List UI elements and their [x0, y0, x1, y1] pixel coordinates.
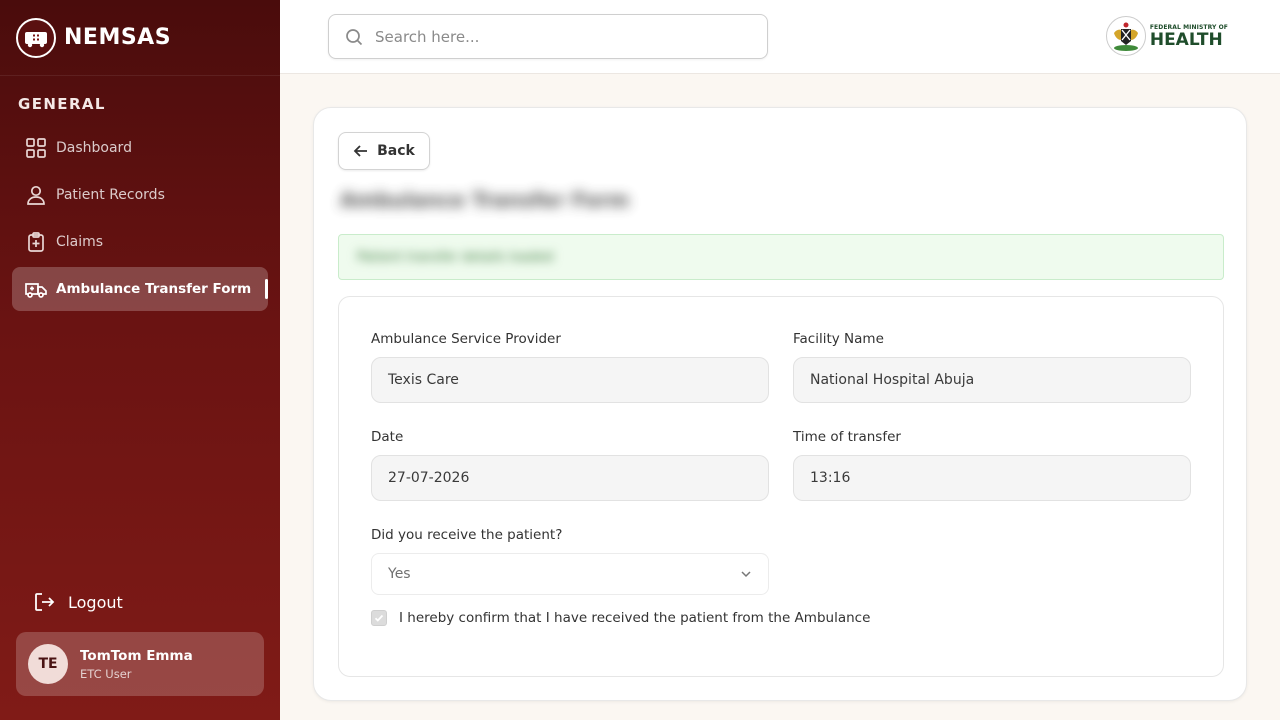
- date-field: Date 27-07-2026: [371, 429, 769, 501]
- section-label-general: GENERAL: [18, 95, 106, 113]
- back-button[interactable]: Back: [338, 132, 430, 170]
- ambulance-logo-icon: [16, 17, 56, 58]
- user-role: ETC User: [80, 666, 132, 681]
- page-title: Ambulance Transfer Form: [340, 188, 630, 212]
- confirm-checkbox[interactable]: [371, 610, 387, 626]
- sidebar: NEMSAS GENERAL Dashboard Patient Records: [0, 0, 280, 720]
- topbar: FEDERAL MINISTRY OF HEALTH: [280, 0, 1280, 74]
- date-label: Date: [371, 429, 404, 445]
- user-card[interactable]: TE TomTom Emma ETC User: [16, 632, 264, 696]
- sidebar-item-label: Claims: [56, 234, 104, 250]
- sidebar-item-claims[interactable]: Claims: [12, 220, 268, 264]
- date-input[interactable]: 27-07-2026: [371, 455, 769, 501]
- transfer-form-card: Back Ambulance Transfer Form Patient tra…: [313, 107, 1247, 701]
- sidebar-item-dashboard[interactable]: Dashboard: [12, 126, 268, 170]
- sidebar-item-label: Patient Records: [56, 187, 165, 203]
- search-icon: [345, 28, 363, 46]
- brand[interactable]: NEMSAS: [0, 0, 280, 76]
- facility-label: Facility Name: [793, 331, 884, 347]
- received-label: Did you receive the patient?: [371, 527, 563, 543]
- ambulance-icon: [24, 277, 48, 301]
- user-icon: [24, 183, 48, 207]
- received-value: Yes: [388, 566, 411, 582]
- coat-of-arms-icon: [1105, 16, 1146, 56]
- time-field: Time of transfer 13:16: [793, 429, 1191, 501]
- transfer-form: Ambulance Service Provider Texis Care Fa…: [338, 296, 1224, 677]
- time-input[interactable]: 13:16: [793, 455, 1191, 501]
- ministry-text: FEDERAL MINISTRY OF HEALTH: [1150, 24, 1228, 49]
- facility-input[interactable]: National Hospital Abuja: [793, 357, 1191, 403]
- chevron-down-icon: [740, 568, 752, 580]
- facility-field: Facility Name National Hospital Abuja: [793, 331, 1191, 403]
- logout-label: Logout: [68, 592, 123, 612]
- sidebar-nav: Dashboard Patient Records Claims Ambulan…: [12, 126, 268, 314]
- provider-label: Ambulance Service Provider: [371, 331, 561, 347]
- ministry-logo: FEDERAL MINISTRY OF HEALTH: [1105, 16, 1228, 56]
- brand-name: NEMSAS: [64, 25, 172, 50]
- notice-text: Patient transfer details loaded: [357, 249, 554, 265]
- user-name: TomTom Emma: [80, 647, 193, 664]
- back-label: Back: [377, 143, 415, 159]
- clipboard-plus-icon: [24, 230, 48, 254]
- status-notice: Patient transfer details loaded: [338, 234, 1224, 280]
- sidebar-item-ambulance-transfer-form[interactable]: Ambulance Transfer Form: [12, 267, 268, 311]
- avatar: TE: [28, 644, 68, 684]
- search-box[interactable]: [328, 14, 768, 59]
- arrow-left-icon: [353, 143, 369, 159]
- received-select[interactable]: Yes: [371, 553, 769, 595]
- received-field: Did you receive the patient? Yes: [371, 527, 769, 595]
- ministry-big-text: HEALTH: [1149, 29, 1223, 50]
- logout-icon: [32, 590, 56, 614]
- sidebar-item-patient-records[interactable]: Patient Records: [12, 173, 268, 217]
- provider-input[interactable]: Texis Care: [371, 357, 769, 403]
- logout-button[interactable]: Logout: [32, 590, 123, 614]
- confirm-row: I hereby confirm that I have received th…: [371, 610, 870, 626]
- sidebar-item-label: Ambulance Transfer Form: [56, 281, 252, 297]
- sidebar-item-label: Dashboard: [56, 140, 132, 156]
- grid-icon: [24, 136, 48, 160]
- user-info: TomTom Emma ETC User: [80, 648, 193, 681]
- time-label: Time of transfer: [793, 429, 901, 445]
- confirm-label: I hereby confirm that I have received th…: [399, 610, 871, 626]
- provider-field: Ambulance Service Provider Texis Care: [371, 331, 769, 403]
- search-input[interactable]: [375, 27, 735, 46]
